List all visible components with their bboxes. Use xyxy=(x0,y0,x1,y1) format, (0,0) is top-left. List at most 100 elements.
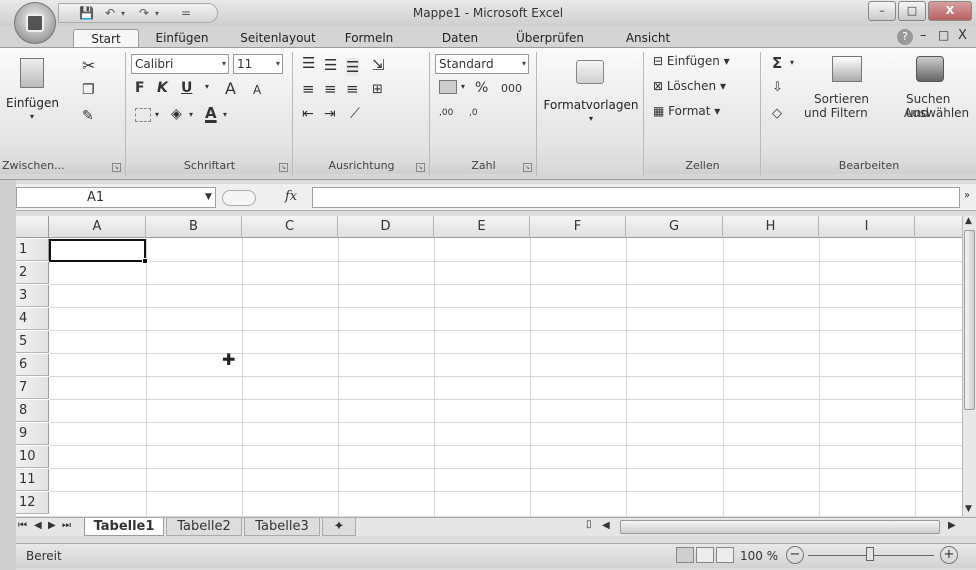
fill-down-icon[interactable]: ⇩ xyxy=(772,80,783,95)
cut-icon[interactable]: ✂ xyxy=(82,56,95,75)
column-header-partial[interactable] xyxy=(915,216,962,238)
sheet-tab-active[interactable]: Tabelle1 xyxy=(84,518,164,536)
orientation-icon[interactable]: ⟋ xyxy=(350,106,360,122)
select-all-button[interactable] xyxy=(16,216,49,238)
delete-cells-button[interactable]: ⊠ Löschen ▾ xyxy=(653,79,726,93)
tab-seitenlayout[interactable]: Seitenlayout xyxy=(230,29,326,48)
page-layout-icon[interactable] xyxy=(696,547,714,563)
copy-icon[interactable]: ❐ xyxy=(82,82,95,98)
column-header-d[interactable]: D xyxy=(338,216,434,238)
clipboard-launcher-icon[interactable]: ↘ xyxy=(112,163,121,172)
align-right-icon[interactable]: ≡ xyxy=(346,80,359,98)
office-button[interactable] xyxy=(14,2,56,44)
last-sheet-icon[interactable]: ⏭ xyxy=(62,520,71,531)
sort-filter-icon[interactable] xyxy=(832,56,862,82)
font-color-dropdown-icon[interactable]: ▾ xyxy=(223,110,227,119)
fill-color-icon[interactable]: ◈ xyxy=(171,106,182,122)
column-header-a[interactable]: A xyxy=(49,216,146,238)
format-cells-button[interactable]: ▦ Format ▾ xyxy=(653,104,720,118)
filter-label[interactable]: und Filtern xyxy=(804,106,868,120)
save-icon[interactable]: 💾 xyxy=(79,6,94,20)
row-header[interactable]: 9 xyxy=(16,423,49,445)
currency-icon[interactable] xyxy=(439,80,457,94)
row-header[interactable]: 5 xyxy=(16,331,49,353)
border-dropdown-icon[interactable]: ▾ xyxy=(155,110,159,119)
align-middle-icon[interactable]: ☰ xyxy=(324,56,337,74)
next-sheet-icon[interactable]: ▶ xyxy=(48,520,56,531)
sheet-tab[interactable]: Tabelle3 xyxy=(244,518,320,536)
name-box[interactable]: A1 ▼ xyxy=(16,187,216,208)
close-button[interactable]: X xyxy=(928,1,972,21)
currency-dropdown-icon[interactable]: ▾ xyxy=(461,82,465,91)
align-center-icon[interactable]: ≡ xyxy=(324,80,337,98)
zoom-slider-thumb[interactable] xyxy=(866,547,874,561)
binoculars-icon[interactable] xyxy=(916,56,944,82)
thousands-button[interactable]: 000 xyxy=(501,82,522,95)
format-painter-icon[interactable]: ✎ xyxy=(82,108,94,124)
zoom-in-button[interactable]: + xyxy=(940,546,958,564)
clear-icon[interactable]: ◇ xyxy=(772,106,782,121)
restore-button[interactable]: □ xyxy=(898,1,926,21)
insert-sheet-icon[interactable]: ✦ xyxy=(322,518,356,536)
tab-formeln[interactable]: Formeln xyxy=(336,29,402,48)
active-cell[interactable] xyxy=(49,239,148,264)
prev-sheet-icon[interactable]: ◀ xyxy=(34,520,42,531)
wrap-text-icon[interactable]: ⇲ xyxy=(372,56,385,74)
workbook-close-button[interactable]: X xyxy=(958,28,967,43)
zoom-out-button[interactable]: − xyxy=(786,546,804,564)
fill-dropdown-icon[interactable]: ▾ xyxy=(189,110,193,119)
italic-button[interactable]: K xyxy=(157,80,168,96)
font-size-combo[interactable]: 11 ▾ xyxy=(233,54,283,74)
row-header[interactable]: 7 xyxy=(16,377,49,399)
sort-label[interactable]: Sortieren xyxy=(814,92,869,106)
scroll-down-icon[interactable]: ▼ xyxy=(965,504,972,514)
formula-input[interactable] xyxy=(312,187,960,208)
autosum-dropdown-icon[interactable]: ▾ xyxy=(790,58,794,67)
insert-cells-button[interactable]: ⊟ Einfügen ▾ xyxy=(653,54,730,68)
shrink-font-button[interactable]: A xyxy=(253,83,261,97)
decrease-decimal-button[interactable]: ,0 xyxy=(469,108,478,118)
redo-dropdown-icon[interactable]: ▾ xyxy=(155,9,159,18)
number-launcher-icon[interactable]: ↘ xyxy=(523,163,532,172)
chevron-down-icon[interactable]: ▼ xyxy=(205,188,212,207)
column-header-b[interactable]: B xyxy=(146,216,242,238)
vertical-scrollbar[interactable]: ▲ ▼ xyxy=(962,216,976,516)
column-header-e[interactable]: E xyxy=(434,216,530,238)
autosum-button[interactable]: Σ xyxy=(772,54,782,72)
decrease-indent-icon[interactable]: ⇤ xyxy=(302,106,314,122)
scroll-left-icon[interactable]: ◀ xyxy=(602,520,610,531)
vertical-scroll-thumb[interactable] xyxy=(964,230,975,410)
underline-dropdown-icon[interactable]: ▾ xyxy=(205,82,209,91)
underline-button[interactable]: U xyxy=(181,80,192,96)
hsplit-handle[interactable]: ▯ xyxy=(586,519,592,530)
normal-view-icon[interactable] xyxy=(676,547,694,563)
worksheet-grid[interactable]: A B C D E F G H I 1 2 3 4 5 6 7 8 9 10 1… xyxy=(16,216,962,516)
horizontal-scroll-thumb[interactable] xyxy=(620,520,940,534)
grow-font-button[interactable]: A xyxy=(225,79,236,98)
undo-icon[interactable]: ↶ xyxy=(105,6,115,20)
column-header-g[interactable]: G xyxy=(626,216,723,238)
font-name-combo[interactable]: Calibri ▾ xyxy=(131,54,229,74)
first-sheet-icon[interactable]: ⏮ xyxy=(18,520,27,531)
sheet-tab[interactable]: Tabelle2 xyxy=(166,518,242,536)
number-format-combo[interactable]: Standard ▾ xyxy=(435,54,529,74)
scroll-up-icon[interactable]: ▲ xyxy=(965,216,972,226)
styles-button[interactable]: Formatvorlagen ▾ xyxy=(542,54,640,134)
tab-start[interactable]: Start xyxy=(73,29,139,48)
select-label[interactable]: Auswählen xyxy=(904,106,969,120)
redo-icon[interactable]: ↷ xyxy=(139,6,149,20)
row-header[interactable]: 6 xyxy=(16,354,49,376)
bold-button[interactable]: F xyxy=(135,80,145,96)
column-header-f[interactable]: F xyxy=(530,216,626,238)
increase-indent-icon[interactable]: ⇥ xyxy=(324,106,336,122)
align-top-icon[interactable]: ☰ xyxy=(302,54,315,72)
row-header[interactable]: 8 xyxy=(16,400,49,422)
scroll-right-icon[interactable]: ▶ xyxy=(948,520,956,531)
row-header[interactable]: 11 xyxy=(16,469,49,491)
align-left-icon[interactable]: ≡ xyxy=(302,80,315,98)
tab-daten[interactable]: Daten xyxy=(432,29,488,48)
merge-center-icon[interactable]: ⊞ xyxy=(372,82,383,97)
row-header[interactable]: 10 xyxy=(16,446,49,468)
row-header[interactable]: 2 xyxy=(16,262,49,284)
workbook-restore-button[interactable]: □ xyxy=(938,28,949,42)
